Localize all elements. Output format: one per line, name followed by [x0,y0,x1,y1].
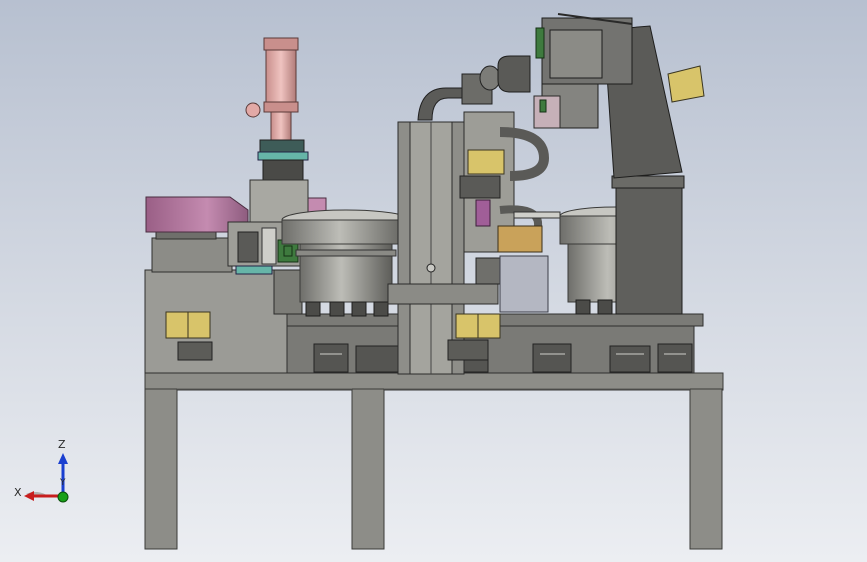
y-axis-dot [57,491,69,503]
x-axis-label: X [14,486,22,499]
machine-assembly-drawing [144,13,724,550]
table-top-beam [144,372,724,391]
pneumatic-cylinder [245,37,309,227]
cad-viewport[interactable]: Z X Y [0,0,867,562]
table-leg-center [351,388,385,550]
y-axis-label: Y [60,478,66,488]
z-axis-label: Z [58,438,66,451]
coordinate-triad: Z X Y [14,438,74,510]
table-leg-left [144,388,178,550]
table-leg-right [689,388,723,550]
base-frame [144,372,724,550]
